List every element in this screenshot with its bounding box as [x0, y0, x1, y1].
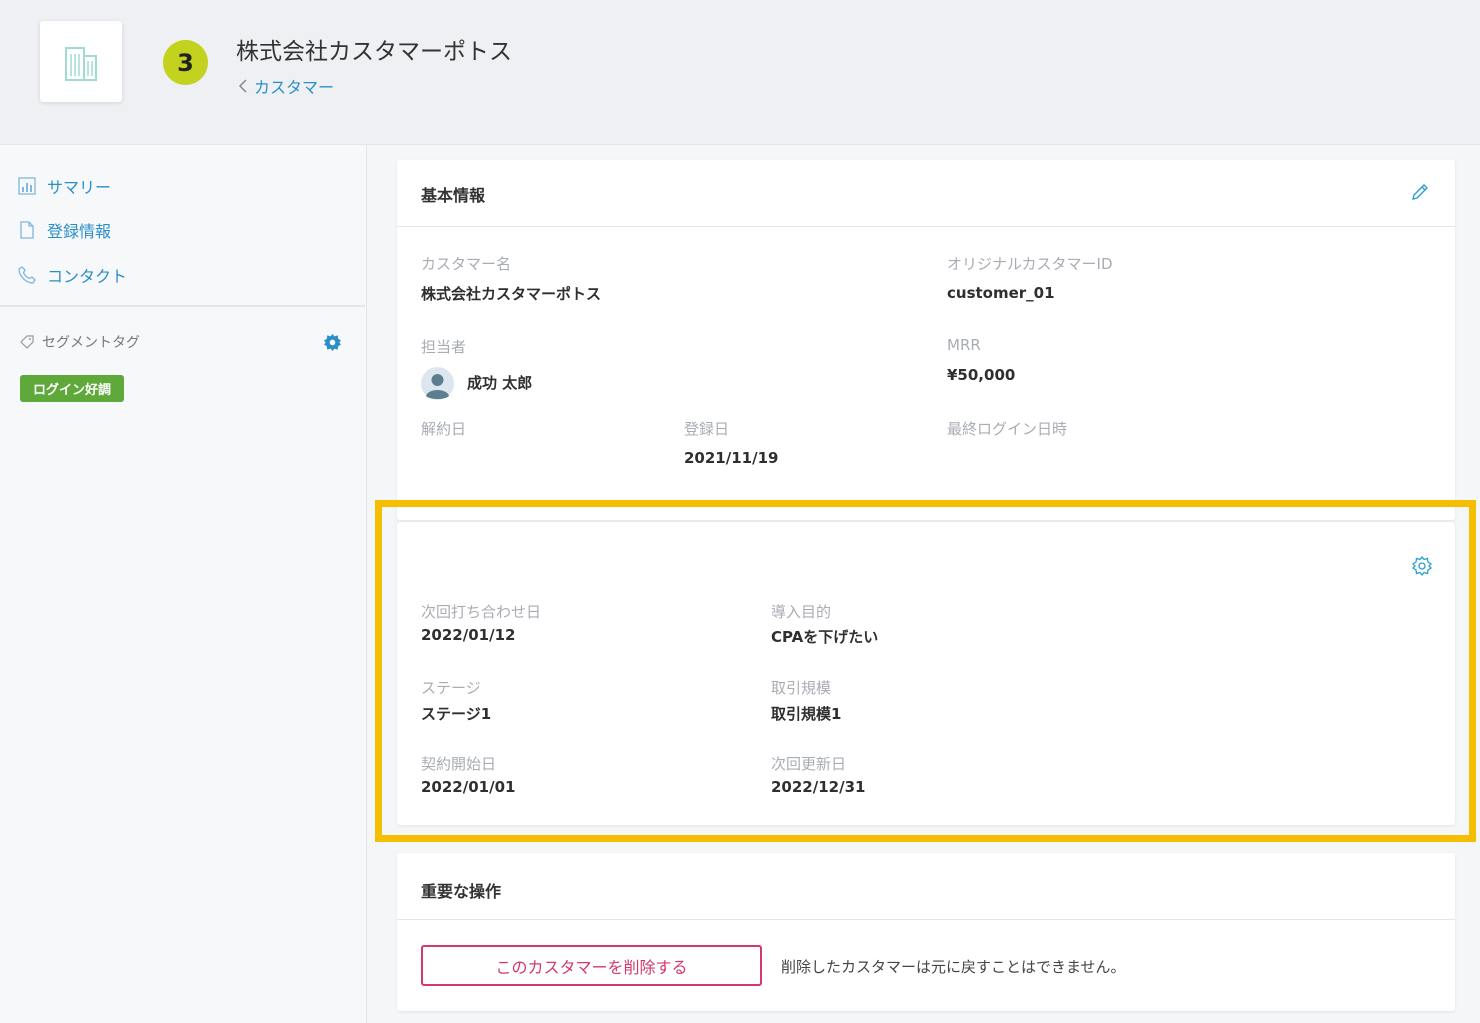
- gear-icon: [1411, 555, 1433, 577]
- danger-zone-card: 重要な操作 このカスタマーを削除する 削除したカスタマーは元に戻すことはできませ…: [397, 853, 1455, 1011]
- page-title: 株式会社カスタマーポトス: [236, 39, 512, 65]
- deal-size-value: 取引規模1: [771, 705, 842, 723]
- step-badge: 3: [163, 40, 208, 85]
- basic-info-card: 基本情報 カスタマー名 株式会社カスタマーポトス オリジナルカスタマーID cu…: [397, 160, 1455, 523]
- sidebar-item-label: 登録情報: [47, 222, 112, 241]
- next-renewal-value: 2022/12/31: [771, 778, 866, 796]
- tag-icon: [20, 335, 34, 349]
- edit-basic-info-button[interactable]: [1410, 182, 1430, 206]
- breadcrumb-label: カスタマー: [254, 78, 335, 97]
- sidebar-item-registration[interactable]: 登録情報: [17, 218, 111, 242]
- sidebar-divider: [0, 305, 365, 307]
- customer-name-value: 株式会社カスタマーポトス: [421, 285, 602, 303]
- purpose-label: 導入目的: [771, 603, 832, 621]
- mrr-label: MRR: [947, 336, 981, 354]
- original-id-label: オリジナルカスタマーID: [947, 255, 1113, 273]
- sidebar-item-label: コンタクト: [47, 267, 128, 286]
- owner-label: 担当者: [421, 338, 467, 356]
- company-logo: [40, 21, 122, 102]
- sidebar-item-contact[interactable]: コンタクト: [17, 263, 127, 287]
- building-icon: [65, 46, 97, 81]
- last-login-label: 最終ログイン日時: [947, 420, 1068, 438]
- customer-name-label: カスタマー名: [421, 255, 512, 273]
- gear-icon: [323, 333, 342, 352]
- segment-tag-settings-button[interactable]: [323, 333, 342, 356]
- contract-start-value: 2022/01/01: [421, 778, 516, 796]
- custom-fields-card: 次回打ち合わせ日 2022/01/12 導入目的 CPAを下げたい ステージ ス…: [397, 522, 1455, 825]
- segment-tag-label: セグメントタグ: [42, 335, 140, 351]
- breadcrumb-back-link[interactable]: カスタマー: [238, 74, 334, 98]
- purpose-value: CPAを下げたい: [771, 628, 879, 646]
- document-icon: [20, 221, 34, 239]
- card-divider: [397, 919, 1455, 920]
- next-meeting-label: 次回打ち合わせ日: [421, 603, 542, 621]
- mrr-value: ¥50,000: [947, 366, 1016, 384]
- pencil-icon: [1412, 184, 1428, 200]
- danger-zone-title: 重要な操作: [421, 882, 502, 901]
- stage-label: ステージ: [421, 679, 481, 697]
- delete-warning-text: 削除したカスタマーは元に戻すことはできません。: [781, 958, 1126, 976]
- registered-date-value: 2021/11/19: [684, 449, 779, 467]
- sidebar: サマリー 登録情報 コンタクト セグメントタグ ログイン好調: [0, 145, 367, 1023]
- next-renewal-label: 次回更新日: [771, 755, 847, 773]
- original-id-value: customer_01: [947, 284, 1055, 302]
- deal-size-label: 取引規模: [771, 679, 832, 697]
- delete-customer-button[interactable]: このカスタマーを削除する: [421, 945, 762, 986]
- basic-info-title: 基本情報: [421, 186, 486, 205]
- phone-icon: [18, 266, 36, 284]
- stage-value: ステージ1: [421, 705, 492, 723]
- card-divider: [397, 226, 1455, 227]
- sidebar-item-summary[interactable]: サマリー: [17, 174, 111, 198]
- chevron-left-icon: [238, 79, 247, 93]
- chart-icon: [18, 177, 36, 195]
- next-meeting-value: 2022/01/12: [421, 626, 516, 644]
- registered-date-label: 登録日: [684, 420, 730, 438]
- segment-tag-pill[interactable]: ログイン好調: [20, 375, 125, 402]
- avatar: [421, 367, 454, 400]
- page-header: 3 株式会社カスタマーポトス カスタマー: [0, 0, 1480, 145]
- cancel-date-label: 解約日: [421, 420, 467, 438]
- sidebar-item-label: サマリー: [47, 178, 112, 197]
- contract-start-label: 契約開始日: [421, 755, 497, 773]
- owner-value: 成功 太郎: [467, 374, 533, 392]
- custom-fields-settings-button[interactable]: [1411, 555, 1433, 580]
- segment-tag-heading: セグメントタグ: [20, 332, 140, 352]
